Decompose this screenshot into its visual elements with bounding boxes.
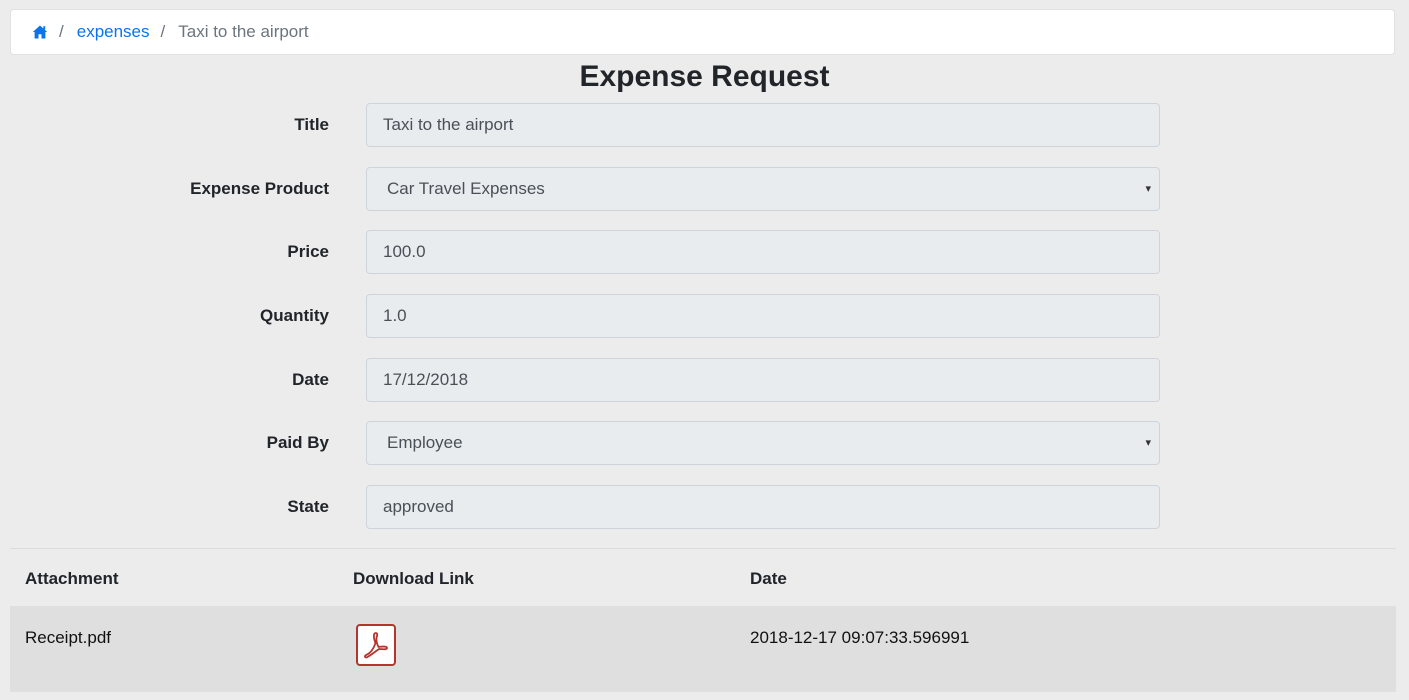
chevron-down-icon: ▾ [1145,183,1151,195]
home-icon[interactable] [32,24,48,40]
paid-by-label: Paid By [266,433,329,452]
column-header-download-link: Download Link [353,569,474,588]
breadcrumb-link-expenses[interactable]: expenses [77,22,150,42]
attachment-date: 2018-12-17 09:07:33.596991 [750,628,970,647]
title-field[interactable]: Taxi to the airport [366,103,1160,147]
breadcrumb-current: Taxi to the airport [178,22,309,41]
form-row-state: State approved [0,485,1409,529]
state-label: State [287,497,329,516]
page-title: Expense Request [579,60,830,93]
quantity-label: Quantity [260,306,329,325]
chevron-down-icon: ▾ [1145,437,1151,449]
attachment-name: Receipt.pdf [25,628,111,647]
column-header-date: Date [750,569,787,588]
title-label: Title [294,115,329,134]
form-row-price: Price 100.0 [0,230,1409,274]
breadcrumb: / expenses / Taxi to the airport [10,9,1395,55]
attachments-table-header: Attachment Download Link Date [10,549,1396,606]
form-row-expense-product: Expense Product Car Travel Expenses ▾ [0,167,1409,211]
expense-product-select[interactable]: Car Travel Expenses ▾ [366,167,1160,211]
expense-product-value: Car Travel Expenses [387,179,545,198]
form-row-paid-by: Paid By Employee ▾ [0,421,1409,465]
form-row-date: Date 17/12/2018 [0,358,1409,402]
date-label: Date [292,370,329,389]
expense-product-label: Expense Product [190,179,329,198]
quantity-field[interactable]: 1.0 [366,294,1160,338]
pdf-icon[interactable] [356,624,396,666]
paid-by-value: Employee [387,433,463,452]
breadcrumb-separator: / [160,22,166,41]
state-field[interactable]: approved [366,485,1160,529]
date-field[interactable]: 17/12/2018 [366,358,1160,402]
price-label: Price [287,242,329,261]
table-row: Receipt.pdf 2018-12-17 09:07:33.596991 [10,606,1396,692]
form-row-title: Title Taxi to the airport [0,103,1409,147]
breadcrumb-separator: / [59,22,64,41]
form-row-quantity: Quantity 1.0 [0,294,1409,338]
column-header-attachment: Attachment [25,569,119,588]
paid-by-select[interactable]: Employee ▾ [366,421,1160,465]
price-field[interactable]: 100.0 [366,230,1160,274]
